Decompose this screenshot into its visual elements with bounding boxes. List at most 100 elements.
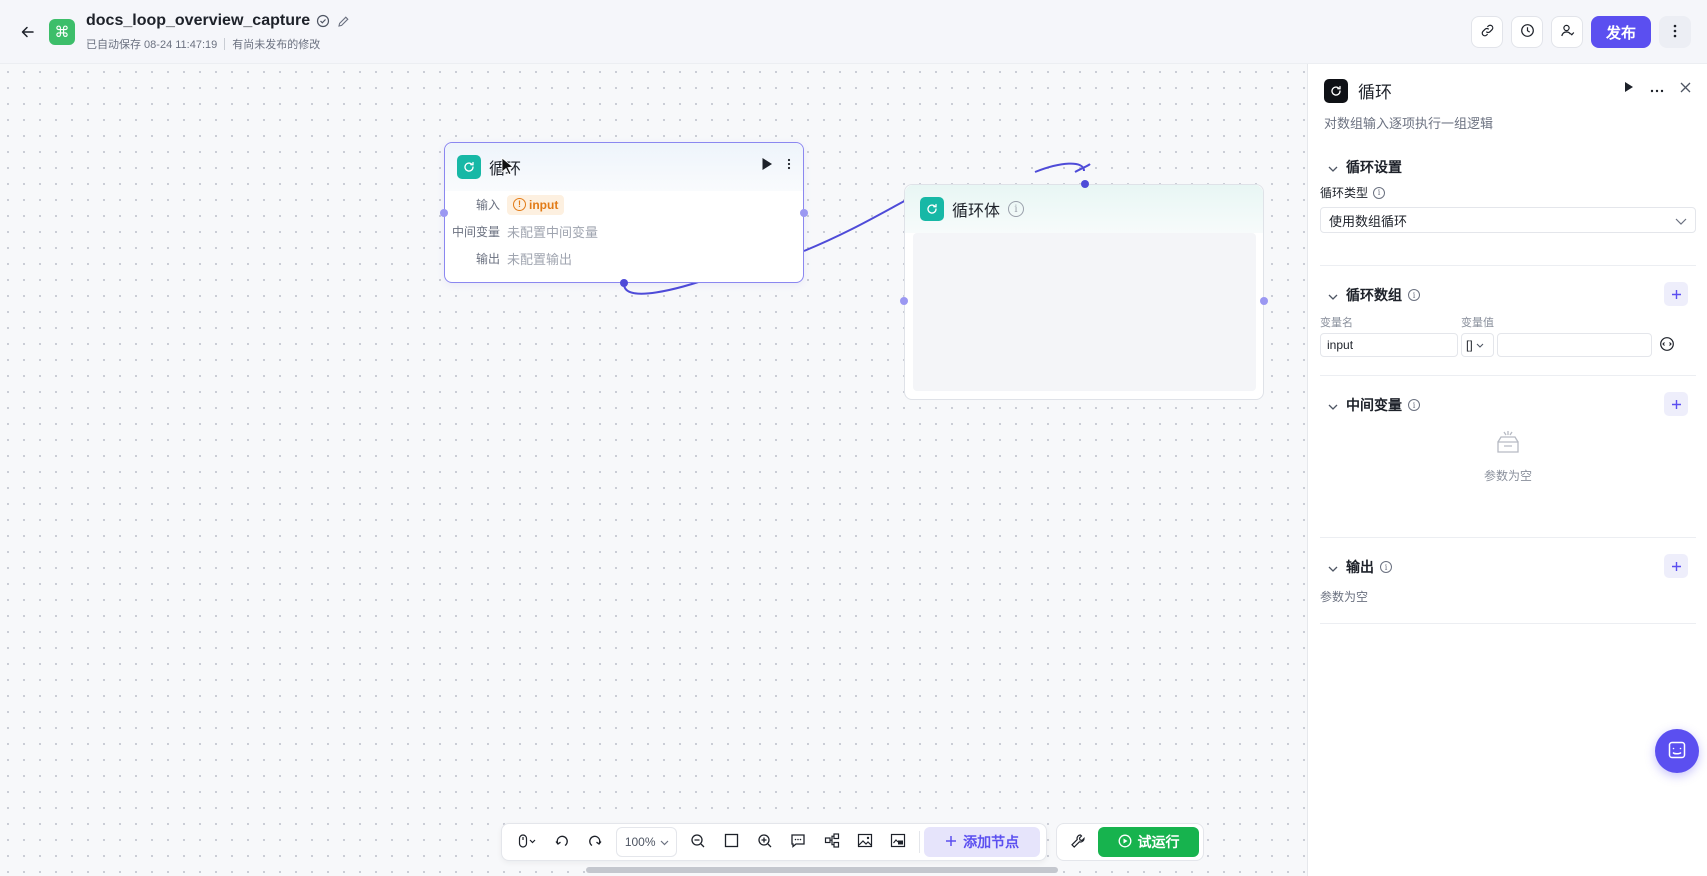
info-icon[interactable]: i (1008, 201, 1025, 217)
output-section: 输出 i 参数为空 (1320, 554, 1696, 624)
loop-body-drop-area[interactable] (913, 233, 1256, 391)
add-node-button[interactable]: 添加节点 (924, 827, 1041, 857)
intermediate-value: 未配置中间变量 (507, 225, 599, 240)
zoom-out-button[interactable] (681, 827, 714, 857)
app-command-icon: ⌘ (49, 19, 75, 45)
body-left-port[interactable] (900, 297, 908, 305)
history-button[interactable] (1511, 16, 1543, 48)
undo-icon (554, 833, 570, 852)
loop-node-header: 循环 (445, 143, 803, 191)
add-node-label: 添加节点 (963, 834, 1020, 850)
app-title: docs_loop_overview_capture (86, 12, 311, 29)
loop-type-info-icon[interactable]: i (1373, 186, 1386, 199)
debug-tools-button[interactable] (1061, 827, 1094, 857)
layout-tree-icon (824, 833, 840, 851)
loop-settings-title: 循环设置 (1346, 159, 1402, 175)
zoom-in-icon (757, 833, 773, 852)
loop-body-refresh-icon (920, 197, 944, 221)
user-icon (1560, 23, 1575, 41)
zoom-select[interactable]: 100% (616, 827, 678, 857)
minimap-icon (890, 833, 906, 851)
mouse-cursor-icon (500, 157, 516, 178)
workflow-canvas[interactable]: 循环 输入 ! input 中间变量 未配置中间变量 (0, 64, 1306, 876)
loop-settings-header[interactable]: 循环设置 (1320, 154, 1696, 180)
edge-loop-to-body (803, 197, 911, 252)
link-button[interactable] (1471, 16, 1503, 48)
check-circle-icon (316, 14, 330, 28)
assistant-floating-button[interactable] (1655, 729, 1699, 773)
autosave-status: 已自动保存 08-24 11:47:19 (86, 39, 218, 51)
node-more-icon[interactable] (787, 158, 791, 173)
collapse-chevron-icon (1328, 160, 1338, 175)
panel-title: 循环 (1358, 83, 1392, 102)
intermediate-info-icon[interactable]: i (1408, 399, 1420, 411)
add-intermediate-button[interactable] (1664, 392, 1688, 416)
edge-top-tail (1074, 163, 1091, 173)
zoom-in-button[interactable] (748, 827, 781, 857)
collapse-chevron-icon (1328, 398, 1338, 413)
loop-input-port[interactable] (440, 209, 448, 217)
undo-button[interactable] (545, 827, 578, 857)
loop-body-node[interactable]: 循环体 i (900, 180, 1268, 400)
intermediate-title: 中间变量 (1346, 397, 1402, 413)
publish-button[interactable]: 发布 (1591, 16, 1651, 48)
collaborator-button[interactable] (1551, 16, 1583, 48)
variable-type-select[interactable]: [] (1461, 333, 1494, 357)
loop-settings-section: 循环设置 循环类型 i 使用数组循环 (1320, 154, 1696, 266)
redo-button[interactable] (579, 827, 612, 857)
variable-value-input[interactable] (1497, 333, 1652, 357)
panel-close-icon[interactable] (1680, 81, 1691, 96)
loop-type-value: 使用数组循环 (1329, 213, 1408, 229)
node-run-icon[interactable] (761, 157, 773, 174)
empty-box-icon (1494, 430, 1522, 459)
collapse-chevron-icon (1328, 560, 1338, 575)
loop-output-port[interactable] (800, 209, 808, 217)
clock-icon (1520, 23, 1535, 41)
variable-name-input[interactable]: input (1320, 333, 1458, 357)
body-right-port[interactable] (1260, 297, 1268, 305)
intermediate-empty-state: 参数为空 (1320, 430, 1696, 484)
variable-picker-icon[interactable] (1659, 336, 1675, 355)
canvas-toolbar: 100% 添加节点 (501, 823, 1047, 861)
variable-type-badge: [] (1466, 338, 1473, 352)
auto-layout-button[interactable] (815, 827, 848, 857)
add-output-button[interactable] (1664, 554, 1688, 578)
output-value: 未配置输出 (507, 252, 573, 267)
loop-node[interactable]: 循环 输入 ! input 中间变量 未配置中间变量 (440, 142, 808, 287)
export-image-button[interactable] (848, 827, 881, 857)
warning-icon: ! (513, 198, 526, 211)
fit-view-button[interactable] (715, 827, 748, 857)
redo-icon (587, 833, 603, 852)
loop-array-header[interactable]: 循环数组 i (1320, 282, 1696, 308)
comment-button[interactable] (781, 827, 814, 857)
loop-body-header: 循环体 i (905, 185, 1263, 233)
minimap-button[interactable] (882, 827, 915, 857)
loop-array-info-icon[interactable]: i (1408, 289, 1420, 301)
top-header: ⌘ docs_loop_overview_capture 已自动保存 08-24… (0, 0, 1707, 64)
output-header[interactable]: 输出 i (1320, 554, 1696, 580)
intermediate-empty-text: 参数为空 (1483, 469, 1532, 483)
edit-pencil-icon[interactable] (336, 14, 350, 28)
wrench-icon (1070, 833, 1086, 852)
test-run-button[interactable]: 试运行 (1098, 827, 1199, 857)
output-info-icon[interactable]: i (1380, 561, 1392, 573)
input-variable-tag[interactable]: ! input (507, 194, 565, 215)
panel-loop-icon (1324, 78, 1348, 103)
header-more-button[interactable] (1659, 16, 1691, 48)
add-array-variable-button[interactable] (1664, 282, 1688, 306)
panel-more-icon[interactable] (1650, 81, 1664, 96)
intermediate-header[interactable]: 中间变量 i (1320, 392, 1696, 418)
panel-run-icon[interactable] (1624, 81, 1634, 96)
body-top-port[interactable] (1081, 180, 1089, 188)
loop-type-select[interactable]: 使用数组循环 (1320, 207, 1696, 233)
edge-top-loop (1034, 162, 1085, 173)
interaction-mode-button[interactable] (508, 827, 545, 857)
loop-refresh-icon (457, 155, 481, 179)
intermediate-label: 中间变量 (451, 225, 500, 239)
loop-body-port[interactable] (620, 279, 628, 287)
select-chevron-icon (1675, 213, 1687, 228)
zoom-out-icon (690, 833, 706, 852)
plus-icon (945, 834, 957, 850)
horizontal-scrollbar[interactable] (586, 867, 1058, 873)
back-arrow-icon[interactable] (18, 22, 38, 42)
